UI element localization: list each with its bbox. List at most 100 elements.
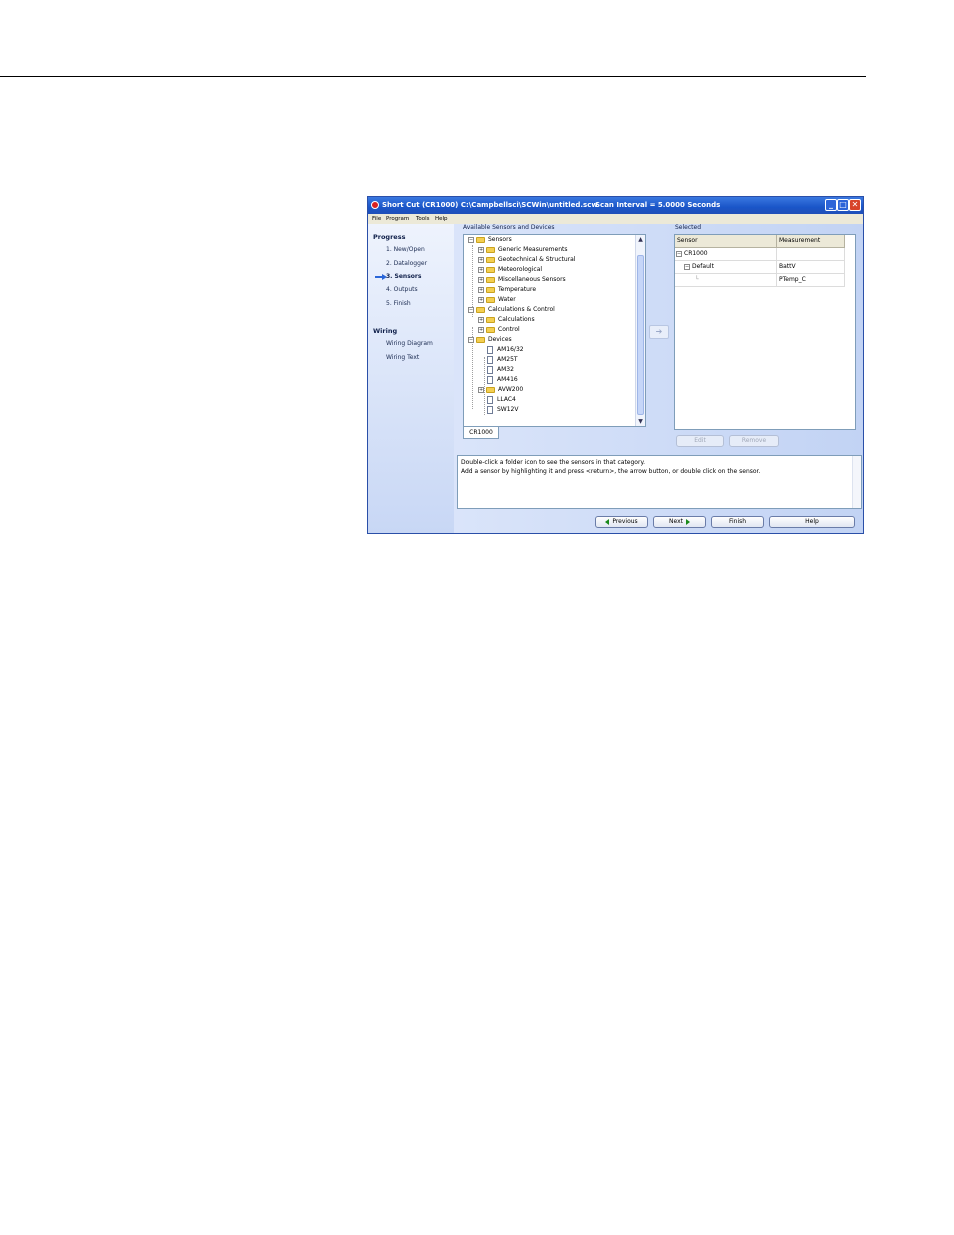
selected-grid: Sensor Measurement − CR1000 − Default Batt… bbox=[674, 234, 856, 430]
next-button[interactable]: Next bbox=[653, 516, 706, 528]
finish-button[interactable]: Finish bbox=[711, 516, 764, 528]
page-header-rule bbox=[0, 76, 866, 77]
scroll-up-icon[interactable]: ▲ bbox=[636, 235, 645, 244]
help-button[interactable]: Help bbox=[769, 516, 855, 528]
expand-icon[interactable]: + bbox=[478, 386, 484, 393]
collapse-icon[interactable]: − bbox=[468, 336, 474, 343]
step-new-open[interactable]: 1. New/Open bbox=[386, 246, 425, 253]
grid-row-sensor[interactable]: − Default bbox=[675, 261, 777, 274]
tree-node-miscellaneous[interactable]: + Miscellaneous Sensors bbox=[478, 275, 566, 285]
menu-bar: File Program Tools Help bbox=[368, 214, 863, 224]
expand-icon[interactable]: + bbox=[478, 286, 484, 293]
sensor-tree: − Sensors + Generic Measurements + Geotechn… bbox=[463, 234, 646, 427]
scan-interval-label: Scan Interval = 5.0000 Seconds bbox=[595, 201, 721, 209]
tree-node-geotechnical[interactable]: + Geotechnical & Structural bbox=[478, 255, 575, 265]
step-datalogger[interactable]: 2. Datalogger bbox=[386, 260, 427, 267]
tree-node-label: Control bbox=[498, 326, 520, 333]
menu-help[interactable]: Help bbox=[435, 216, 448, 222]
expand-icon[interactable]: + bbox=[478, 326, 484, 333]
tree-node-calculations-control[interactable]: − Calculations & Control bbox=[468, 305, 555, 315]
wiring-diagram-link[interactable]: Wiring Diagram bbox=[386, 340, 433, 347]
folder-icon bbox=[486, 256, 495, 263]
back-arrow-icon bbox=[605, 518, 610, 525]
tree-node-am416[interactable]: AM416 bbox=[487, 375, 518, 385]
folder-icon bbox=[486, 326, 495, 333]
expand-icon[interactable]: + bbox=[478, 276, 484, 283]
scroll-thumb[interactable] bbox=[637, 255, 644, 415]
grid-measurement-cell[interactable]: BattV bbox=[777, 261, 845, 274]
folder-icon bbox=[486, 286, 495, 293]
tree-node-am16-32[interactable]: AM16/32 bbox=[487, 345, 524, 355]
description-box: Double-click a folder icon to see the se… bbox=[457, 455, 862, 509]
tree-node-label: Calculations bbox=[498, 316, 535, 323]
tree-node-devices[interactable]: − Devices bbox=[468, 335, 512, 345]
folder-icon bbox=[486, 276, 495, 283]
tree-node-sensors[interactable]: − Sensors bbox=[468, 235, 512, 245]
expand-icon[interactable]: + bbox=[478, 256, 484, 263]
description-line: Double-click a folder icon to see the se… bbox=[461, 459, 646, 466]
tree-node-label: Meteorological bbox=[498, 266, 543, 273]
grid-sensor-name: CR1000 bbox=[684, 250, 708, 257]
tree-node-label: Generic Measurements bbox=[498, 246, 568, 253]
tree-node-sw12v[interactable]: SW12V bbox=[487, 405, 518, 415]
tree-node-calculations[interactable]: + Calculations bbox=[478, 315, 535, 325]
tree-scrollbar[interactable]: ▲ ▼ bbox=[635, 235, 645, 426]
collapse-icon[interactable]: − bbox=[676, 250, 682, 257]
tree-node-avw200[interactable]: + AVW200 bbox=[478, 385, 523, 395]
progress-heading: Progress bbox=[373, 233, 406, 241]
step-sensors[interactable]: 3. Sensors bbox=[386, 273, 421, 280]
expand-icon[interactable]: + bbox=[478, 296, 484, 303]
forward-arrow-icon bbox=[685, 518, 690, 525]
collapse-icon[interactable]: − bbox=[684, 263, 690, 270]
close-button[interactable]: ✕ bbox=[849, 199, 861, 211]
edit-button[interactable]: Edit bbox=[676, 435, 724, 447]
tree-node-label: Devices bbox=[488, 336, 512, 343]
document-icon bbox=[487, 375, 493, 384]
tree-node-generic-measurements[interactable]: + Generic Measurements bbox=[478, 245, 568, 255]
folder-icon bbox=[476, 236, 485, 243]
collapse-icon[interactable]: − bbox=[468, 306, 474, 313]
description-scrollbar[interactable] bbox=[852, 456, 861, 508]
expand-icon[interactable]: + bbox=[478, 246, 484, 253]
maximize-button[interactable]: □ bbox=[837, 199, 849, 211]
column-header-measurement[interactable]: Measurement bbox=[777, 235, 845, 248]
remove-button[interactable]: Remove bbox=[729, 435, 779, 447]
tree-node-am25t[interactable]: AM25T bbox=[487, 355, 518, 365]
grid-measurement-cell[interactable] bbox=[777, 248, 845, 261]
tree-node-water[interactable]: + Water bbox=[478, 295, 516, 305]
add-sensor-arrow-button[interactable]: ➔ bbox=[649, 325, 669, 339]
step-outputs[interactable]: 4. Outputs bbox=[386, 286, 418, 293]
description-line: Add a sensor by highlighting it and pres… bbox=[461, 468, 761, 475]
menu-tools[interactable]: Tools bbox=[416, 216, 430, 222]
collapse-icon[interactable]: − bbox=[468, 236, 474, 243]
minimize-button[interactable]: _ bbox=[825, 199, 837, 211]
grid-sensor-name: Default bbox=[692, 263, 714, 270]
tree-node-label: Geotechnical & Structural bbox=[498, 256, 576, 263]
tree-node-meteorological[interactable]: + Meteorological bbox=[478, 265, 542, 275]
column-header-sensor[interactable]: Sensor bbox=[675, 235, 777, 248]
grid-row-sensor[interactable]: − CR1000 bbox=[675, 248, 777, 261]
tab-cr1000[interactable]: CR1000 bbox=[463, 427, 499, 439]
menu-file[interactable]: File bbox=[372, 216, 381, 222]
tree-node-llac4[interactable]: LLAC4 bbox=[487, 395, 516, 405]
tree-node-label: Sensors bbox=[488, 236, 512, 243]
tree-node-control[interactable]: + Control bbox=[478, 325, 520, 335]
grid-row-sensor[interactable]: └ bbox=[675, 274, 777, 287]
menu-program[interactable]: Program bbox=[386, 216, 409, 222]
expand-icon[interactable]: + bbox=[478, 316, 484, 323]
tree-node-label: Water bbox=[498, 296, 516, 303]
window-title: Short Cut (CR1000) C:\Campbellsci\SCWin\… bbox=[382, 201, 598, 209]
folder-icon bbox=[476, 336, 485, 343]
folder-icon bbox=[486, 266, 495, 273]
step-finish[interactable]: 5. Finish bbox=[386, 300, 411, 307]
previous-button[interactable]: Previous bbox=[595, 516, 648, 528]
wizard-body: Progress 1. New/Open 2. Datalogger 3. Se… bbox=[368, 224, 863, 533]
wiring-heading: Wiring bbox=[373, 327, 398, 335]
folder-icon bbox=[486, 296, 495, 303]
expand-icon[interactable]: + bbox=[478, 266, 484, 273]
grid-measurement-cell[interactable]: PTemp_C bbox=[777, 274, 845, 287]
wiring-text-link[interactable]: Wiring Text bbox=[386, 354, 419, 361]
scroll-down-icon[interactable]: ▼ bbox=[636, 417, 645, 426]
tree-node-am32[interactable]: AM32 bbox=[487, 365, 514, 375]
tree-node-temperature[interactable]: + Temperature bbox=[478, 285, 536, 295]
